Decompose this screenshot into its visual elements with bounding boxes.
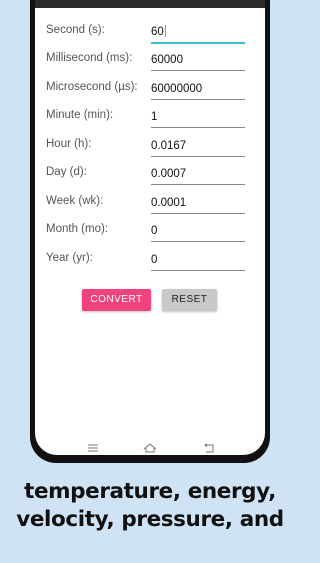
- caption-line-2: velocity, pressure, and: [16, 507, 284, 532]
- reset-button[interactable]: RESET: [162, 289, 217, 311]
- field-row-second: Second (s): 60: [35, 20, 265, 48]
- navigation-bar: [35, 436, 265, 455]
- year-input[interactable]: 0: [151, 252, 245, 271]
- hour-input[interactable]: 0.0167: [151, 138, 245, 157]
- back-icon[interactable]: [203, 440, 215, 455]
- field-row-day: Day (d): 0.0007: [35, 162, 265, 190]
- second-input-value: 60: [151, 26, 164, 38]
- field-row-hour: Hour (h): 0.0167: [35, 134, 265, 162]
- status-bar: [35, 0, 265, 8]
- field-row-millisecond: Millisecond (ms): 60000: [35, 48, 265, 76]
- field-label-month: Month (mo):: [46, 223, 108, 235]
- field-row-year: Year (yr): 0: [35, 248, 265, 276]
- microsecond-input[interactable]: 60000000: [151, 81, 245, 100]
- minute-input[interactable]: 1: [151, 109, 245, 128]
- field-label-minute: Minute (min):: [46, 109, 114, 121]
- field-label-hour: Hour (h):: [46, 138, 92, 150]
- field-row-week: Week (wk): 0.0001: [35, 191, 265, 219]
- caption-line-1: temperature, energy,: [24, 479, 276, 504]
- field-row-minute: Minute (min): 1: [35, 105, 265, 133]
- field-label-day: Day (d):: [46, 166, 87, 178]
- week-input[interactable]: 0.0001: [151, 195, 245, 214]
- field-label-week: Week (wk):: [46, 195, 104, 207]
- app-screen: Second (s): 60 Millisecond (ms): 60000 M…: [35, 0, 265, 455]
- text-cursor: [164, 25, 166, 37]
- field-row-month: Month (mo): 0: [35, 219, 265, 247]
- convert-button[interactable]: CONVERT: [82, 289, 151, 311]
- home-icon[interactable]: [143, 440, 157, 455]
- menu-icon[interactable]: [87, 440, 99, 455]
- second-input[interactable]: 60: [151, 24, 245, 44]
- field-label-year: Year (yr):: [46, 252, 93, 264]
- month-input[interactable]: 0: [151, 223, 245, 242]
- millisecond-input[interactable]: 60000: [151, 52, 245, 71]
- field-label-microsecond: Microsecond (µs):: [46, 81, 138, 93]
- day-input[interactable]: 0.0007: [151, 166, 245, 185]
- promo-caption: temperature, energy, velocity, pressure,…: [0, 478, 300, 534]
- field-label-second: Second (s):: [46, 24, 105, 36]
- field-row-microsecond: Microsecond (µs): 60000000: [35, 77, 265, 105]
- field-label-millisecond: Millisecond (ms):: [46, 52, 133, 64]
